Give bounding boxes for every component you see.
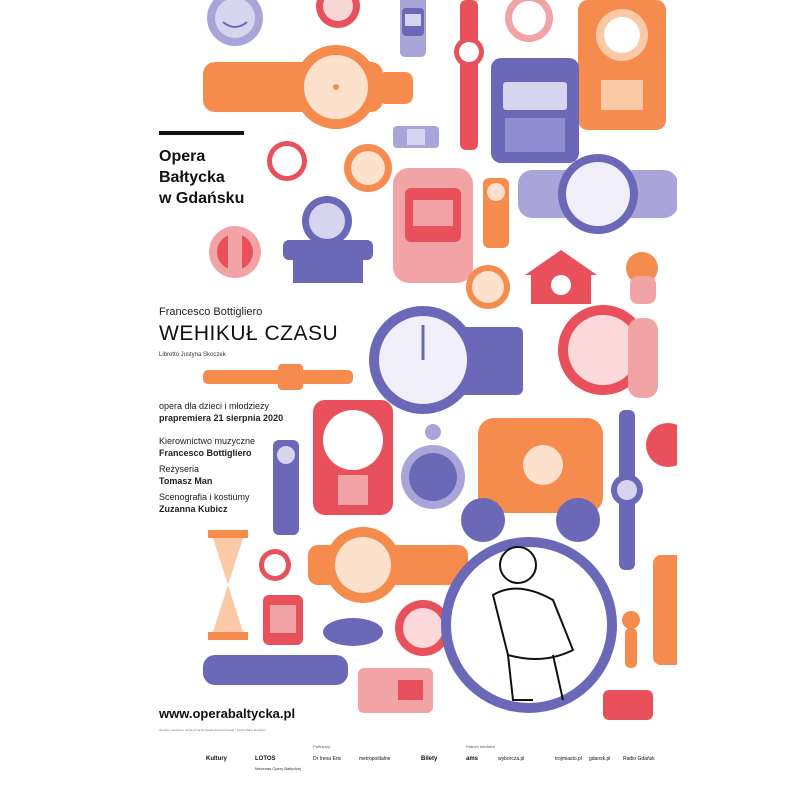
institution-line: w Gdańsku — [159, 190, 245, 207]
opera-title: WEHIKUŁ CZASU — [159, 322, 339, 345]
composer: Francesco Bottigliero — [159, 306, 263, 318]
credit-name: Francesco Bottigliero — [159, 448, 252, 458]
boy-in-alarm-clock-icon — [441, 498, 617, 713]
credit-role: Scenografia i kostiumy — [159, 492, 250, 502]
orange-tall-watch-icon — [653, 555, 677, 665]
dog-figure-icon — [626, 252, 658, 304]
institution-line: Opera — [159, 148, 206, 165]
media-heading: Patroni medialni — [466, 744, 495, 749]
credit-name: Zuzanna Kubicz — [159, 504, 228, 514]
sponsor-logo: metropolitalne — [359, 756, 391, 762]
orange-cat-clock-icon — [622, 611, 640, 668]
red-decorative-clock-icon — [209, 226, 261, 278]
sponsor-caption: Mecenas Opery Bałtyckiej — [255, 766, 302, 771]
small-digital-watch-icon — [393, 126, 439, 148]
pink-square-digital-watch-icon — [393, 168, 473, 283]
red-round-clock-icon — [646, 423, 677, 467]
sponsor-logo: trojmiasto.pl — [555, 756, 582, 762]
purple-bar-clock-icon — [203, 655, 348, 685]
sponsor-logo: Bilety — [421, 756, 438, 762]
red-pendulum-clock-icon — [313, 400, 393, 515]
purple-oval-watch-icon — [323, 618, 383, 646]
orange-strap-watch-icon — [203, 364, 353, 390]
credit-role: Kierownictwo muzyczne — [159, 436, 256, 446]
poster: Opera Bałtycka w Gdańsku Francesco Botti… — [123, 0, 677, 800]
purple-strap-watch-icon — [611, 410, 643, 570]
pink-alarm-clock-icon — [505, 0, 553, 42]
title-rule — [159, 131, 244, 135]
institution-line: Bałtycka — [159, 169, 225, 186]
orange-alarm-clock-icon — [344, 144, 392, 192]
sponsor-logo: Radio Gdańsk — [623, 756, 655, 762]
sponsor-logo: Dr Irena Eris — [313, 756, 342, 762]
partners-heading: Partnerzy — [313, 744, 331, 749]
credit-role: Reżyseria — [159, 464, 200, 474]
tall-tower-clock-icon — [273, 440, 299, 535]
red-watch-strap-icon — [454, 0, 484, 150]
credit-name: Tomasz Man — [159, 476, 213, 486]
hourglass-icon — [208, 530, 248, 640]
orange-chronograph-watch-icon — [203, 45, 413, 129]
clock-illustrations — [203, 0, 677, 720]
smiley-clock-icon — [207, 0, 263, 46]
premiere-date: prapremiera 21 sierpnia 2020 — [159, 413, 284, 423]
calculator-watch-icon — [491, 58, 579, 163]
pink-radio-clock-icon — [358, 668, 433, 713]
fineprint: dyrektor naczelna i artystyczna Romuald … — [159, 728, 266, 732]
red-small-clock-icon — [259, 549, 291, 581]
silver-wristwatch-icon — [518, 154, 677, 234]
orange-diver-watch-icon — [308, 527, 468, 603]
grandfather-clock-icon — [483, 178, 509, 248]
red-desk-clock-icon — [558, 305, 658, 398]
genre: opera dla dzieci i młodzieży — [159, 401, 270, 411]
website-link[interactable]: www.operabaltycka.pl — [159, 706, 295, 721]
red-digital-watch-icon — [263, 595, 303, 645]
sponsor-logo: wyborcza.pl — [498, 756, 525, 762]
pink-wall-clock-icon — [316, 0, 360, 28]
pocket-watch-icon — [401, 424, 465, 509]
big-purple-watch-icon — [369, 306, 523, 414]
sponsor-logo: gdansk.pl — [589, 756, 611, 762]
sponsor-logo: Kultury — [206, 756, 227, 762]
libretto-credit: Libretto Justyna Skoczek — [159, 352, 226, 358]
institution-name: Opera Bałtycka w Gdańsku — [159, 146, 299, 209]
ornate-mantel-clock-icon — [578, 0, 666, 130]
purple-mantel-clock-icon — [283, 196, 373, 283]
digital-wristwatch-icon — [400, 0, 426, 57]
sponsor-logo: ams — [466, 756, 479, 762]
red-bottom-watch-icon — [603, 690, 653, 720]
orange-smartwatch-icon — [478, 418, 603, 513]
red-cuckoo-clock-icon — [525, 250, 597, 304]
orange-small-clock-icon — [466, 265, 510, 309]
sponsor-logo: LOTOS — [255, 756, 276, 762]
